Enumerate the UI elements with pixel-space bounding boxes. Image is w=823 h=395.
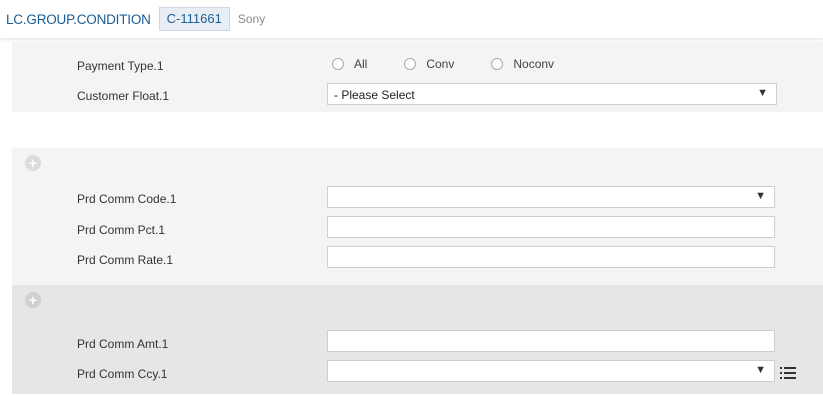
prd-comm-code-label: Prd Comm Code.1 [77, 192, 177, 206]
dropdown-arrow-icon[interactable]: ▼ [755, 190, 766, 202]
customer-float-select[interactable]: - Please Select ▼ [327, 83, 777, 105]
prd-comm-rate-input[interactable] [327, 246, 775, 268]
customer-float-label: Customer Float.1 [77, 89, 170, 103]
record-name: Sony [237, 12, 266, 26]
dropdown-arrow-icon[interactable]: ▼ [755, 364, 766, 376]
prd-comm-amount-section: + Prd Comm Amt.1 Prd Comm Ccy.1 ▼ [12, 285, 823, 394]
radio-circle-icon[interactable] [404, 58, 417, 70]
radio-conv-label: Conv [426, 57, 455, 71]
prd-comm-ccy-select[interactable]: ▼ [327, 360, 775, 382]
prd-comm-ccy-label: Prd Comm Ccy.1 [77, 367, 168, 381]
list-icon[interactable] [780, 367, 796, 379]
radio-noconv[interactable]: Noconv [491, 57, 554, 71]
radio-circle-icon[interactable] [332, 58, 344, 70]
radio-all[interactable]: All [332, 57, 367, 71]
radio-all-label: All [354, 57, 368, 71]
payment-type-radio-group: All Conv Noconv [332, 57, 591, 71]
record-id-badge[interactable]: C-111661 [158, 7, 230, 31]
radio-conv[interactable]: Conv [404, 57, 454, 71]
radio-circle-icon[interactable] [491, 58, 504, 70]
prd-comm-pct-label: Prd Comm Pct.1 [77, 223, 166, 237]
customer-float-value: - Please Select [334, 88, 415, 102]
dropdown-arrow-icon[interactable]: ▼ [757, 87, 768, 99]
add-circle-icon[interactable]: + [25, 155, 41, 171]
add-circle-icon[interactable]: + [25, 292, 41, 308]
app-title: LC.GROUP.CONDITION [6, 11, 151, 27]
payment-section: Payment Type.1 All Conv Noconv Customer … [12, 42, 823, 112]
prd-comm-rate-label: Prd Comm Rate.1 [77, 253, 174, 267]
prd-comm-amt-label: Prd Comm Amt.1 [77, 337, 169, 351]
prd-comm-code-select[interactable]: ▼ [327, 186, 775, 208]
prd-comm-section: + Prd Comm Code.1 ▼ Prd Comm Pct.1 Prd C… [12, 148, 823, 285]
header-bar: LC.GROUP.CONDITION C-111661 Sony [0, 0, 823, 38]
payment-type-label: Payment Type.1 [77, 59, 164, 73]
prd-comm-pct-input[interactable] [327, 216, 775, 238]
radio-noconv-label: Noconv [513, 57, 555, 71]
prd-comm-amt-input[interactable] [327, 330, 775, 352]
